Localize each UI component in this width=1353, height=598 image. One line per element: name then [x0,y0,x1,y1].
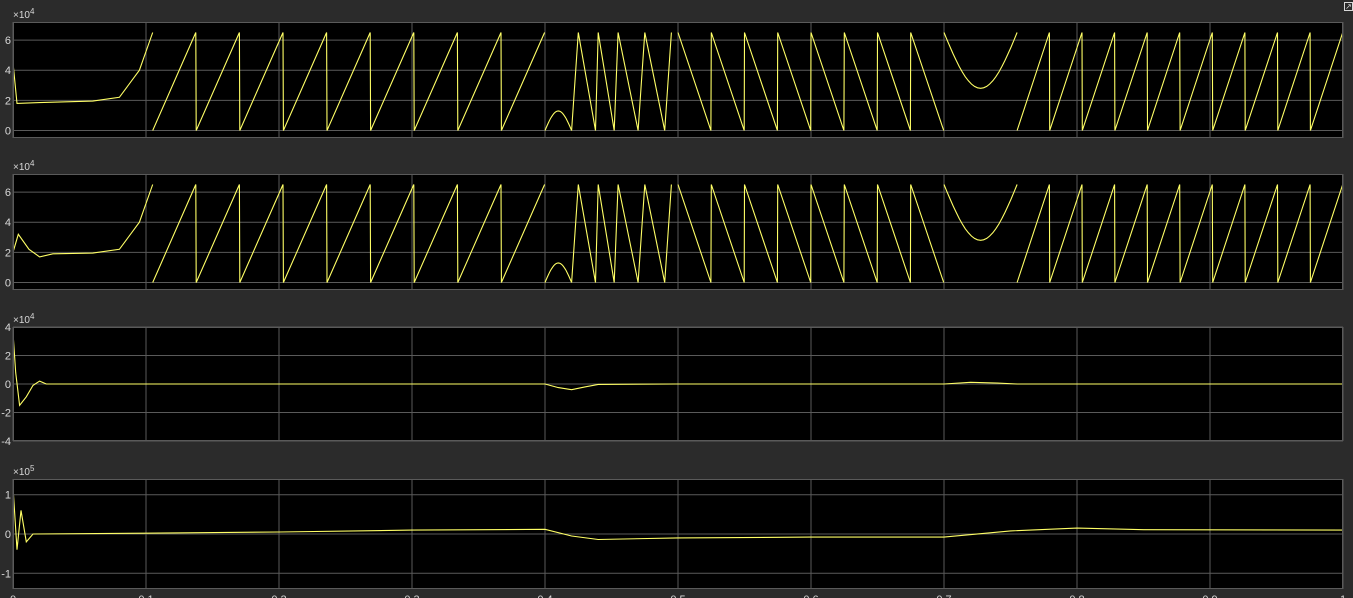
y-tick-label: -1 [1,568,11,580]
y-tick-label: 0 [5,125,11,137]
y-tick-label: 2 [5,351,11,363]
y-tick-label: -4 [1,436,11,448]
y-tick-label: 4 [5,65,11,77]
axis-exponent: 4 [30,159,35,168]
axis-exponent: 4 [30,7,35,16]
axis-exponent-label: ×104 [13,159,35,173]
y-tick-label: 4 [5,217,11,229]
y-tick-label: 2 [5,95,11,107]
axis-exponent-label: ×104 [13,312,35,326]
y-tick-label: 6 [5,187,11,199]
scope-display: 0246×104 0246×104 -4-2024×104 -101×10500… [1,7,1346,598]
axes-2: 0 2 4 6 ×104 [5,159,1344,290]
axes-1: 0 2 4 6 ×104 [5,7,1344,138]
y-tick-label: 1 [5,490,11,502]
y-tick-label: 4 [5,322,11,334]
x-tick-label: 0.3 [404,594,419,598]
axis-exponent-label: ×104 [13,7,35,21]
x-tick-label: 0.7 [936,594,951,598]
x-tick-label: 1 [1340,594,1346,598]
expand-icon[interactable]: ↗ [1344,2,1353,11]
x-tick-label: 0 [10,594,16,598]
x-tick-label: 0.4 [537,594,552,598]
y-tick-label: 6 [5,35,11,47]
axis-exponent-label: ×105 [13,464,35,478]
axis-exponent: 5 [30,464,35,473]
axis-exponent: 4 [30,312,35,321]
axes-3: -4 -2 0 2 4×104 [1,312,1344,448]
y-tick-label: 0 [5,277,11,289]
y-tick-label: 0 [5,529,11,541]
x-tick-label: 0.9 [1202,594,1217,598]
x-tick-label: 0.8 [1069,594,1084,598]
x-tick-label: 0.2 [271,594,286,598]
axes-4: -101×10500.10.20.30.40.50.60.70.80.91 [1,464,1346,598]
x-tick-label: 0.6 [803,594,818,598]
y-tick-label: 2 [5,247,11,259]
y-tick-label: -2 [1,408,11,420]
x-tick-label: 0.5 [670,594,685,598]
x-tick-label: 0.1 [138,594,153,598]
y-tick-label: 0 [5,379,11,391]
